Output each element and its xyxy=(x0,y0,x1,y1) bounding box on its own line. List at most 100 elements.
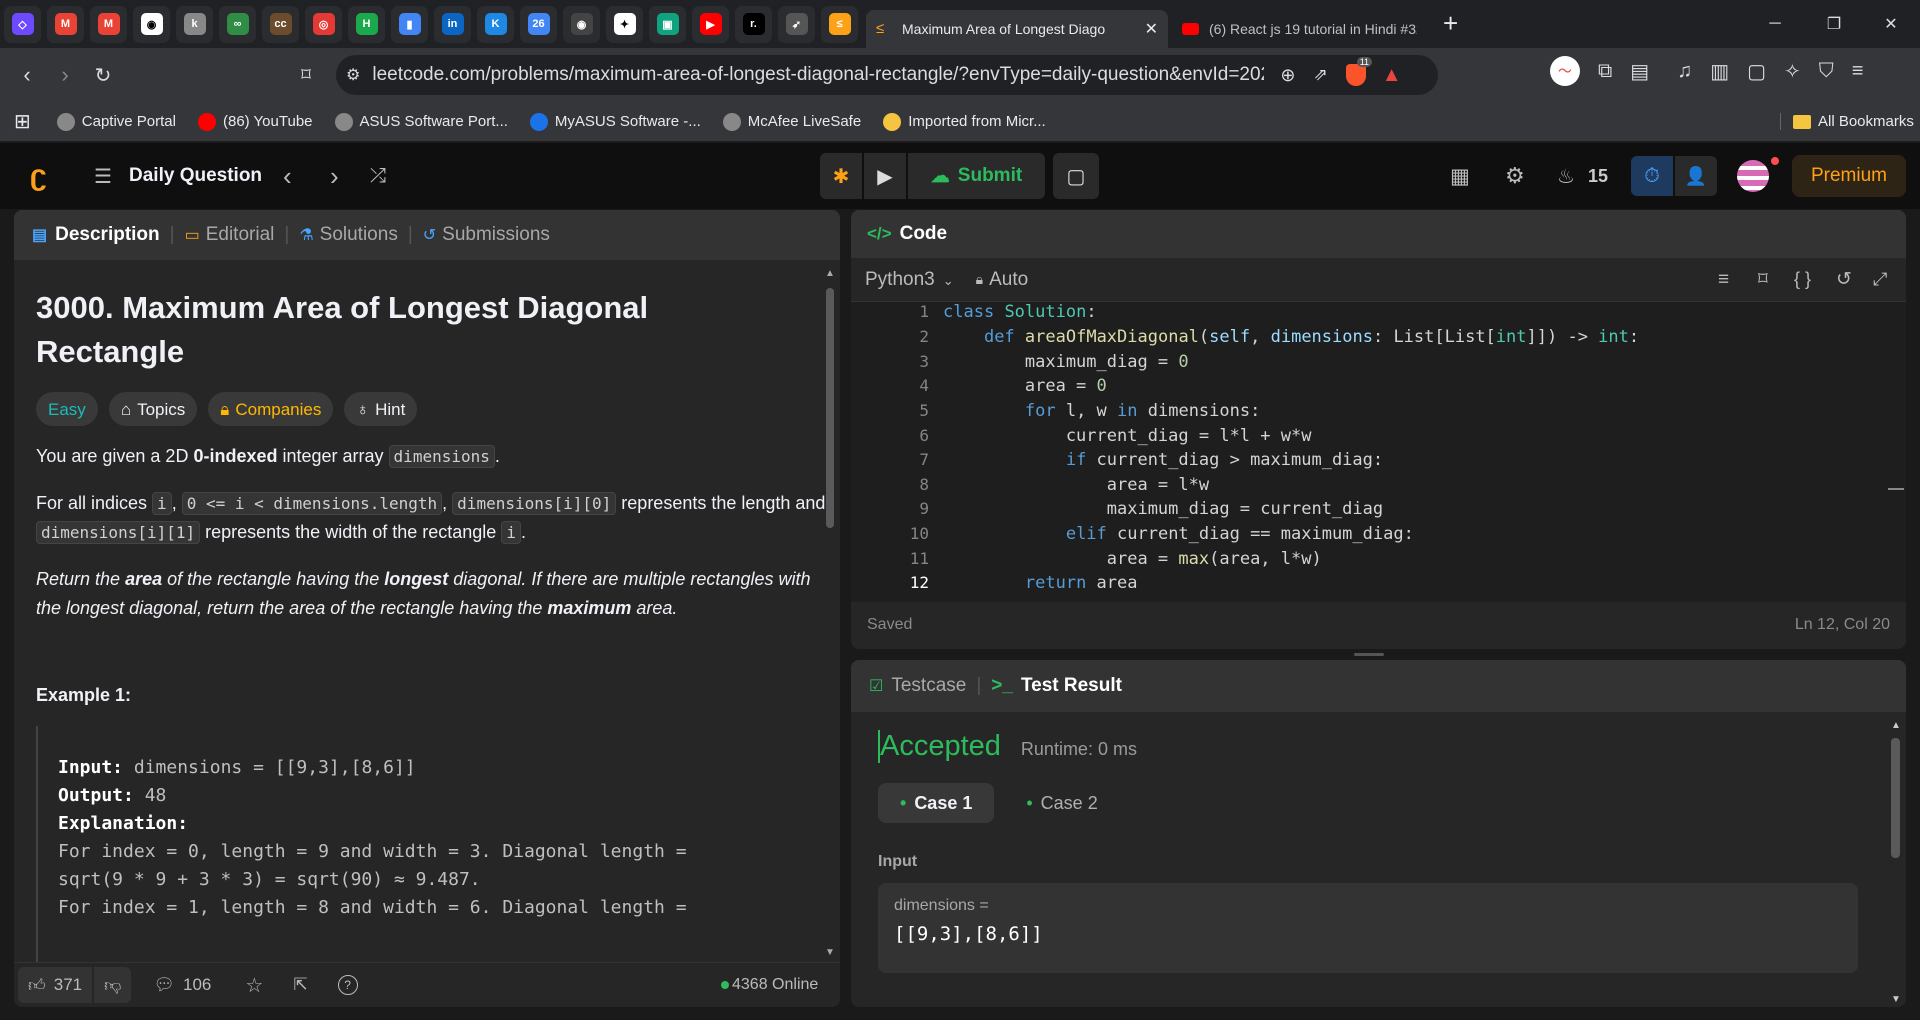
notes-button[interactable]: ▢ xyxy=(1053,153,1099,199)
new-tab-button[interactable]: + xyxy=(1443,8,1458,39)
scroll-thumb[interactable] xyxy=(826,288,834,528)
aria-icon[interactable]: 〜 xyxy=(1550,56,1580,86)
premium-button[interactable]: Premium xyxy=(1792,155,1906,197)
pinned-tab[interactable]: ◉ xyxy=(563,5,600,43)
format-icon[interactable]: ≡ xyxy=(1718,269,1729,291)
reset-icon[interactable]: ↺ xyxy=(1836,268,1852,291)
comments-count[interactable]: 106 xyxy=(183,975,211,995)
share-icon[interactable]: ⇗ xyxy=(1313,65,1327,85)
scroll-down-icon[interactable]: ▼ xyxy=(825,947,835,958)
pinned-tab[interactable]: H xyxy=(348,5,385,43)
pinned-tab[interactable]: ≤ xyxy=(821,5,858,43)
run-button[interactable]: ▶ xyxy=(864,153,906,199)
site-info-icon[interactable]: ⚙ xyxy=(346,65,360,85)
bookmark-item[interactable]: ASUS Software Port... xyxy=(334,112,508,131)
scroll-thumb[interactable] xyxy=(1891,738,1900,858)
pinned-tab[interactable]: ➶ xyxy=(778,5,815,43)
close-window-icon[interactable]: ✕ xyxy=(1862,0,1920,48)
forward-icon[interactable]: › xyxy=(46,56,84,94)
vpn-icon[interactable]: ⛉ xyxy=(1819,60,1834,83)
debug-button[interactable]: ✱ xyxy=(820,153,862,199)
pinned-tab[interactable]: K xyxy=(477,5,514,43)
companies-chip[interactable]: 🔒︎ Companies xyxy=(208,392,334,426)
leo-ai-icon[interactable]: ✧ xyxy=(1784,59,1801,84)
brave-rewards-icon[interactable]: ▲ xyxy=(1382,64,1402,87)
bookmark-item[interactable]: Captive Portal xyxy=(56,112,176,131)
braces-icon[interactable]: { } xyxy=(1794,269,1811,290)
invite-user-button[interactable]: 👤 xyxy=(1675,156,1717,196)
dislike-button[interactable]: 👎︎ xyxy=(94,967,132,1003)
restore-icon[interactable]: ❐ xyxy=(1805,0,1863,48)
pinned-tab[interactable]: ▮ xyxy=(391,5,428,43)
pinned-tab[interactable]: ✦ xyxy=(606,5,643,43)
pinned-tab[interactable]: cc xyxy=(262,5,299,43)
tab-solutions[interactable]: ⚗ Solutions xyxy=(299,224,398,246)
pinned-tab[interactable]: 26 xyxy=(520,5,557,43)
difficulty-badge[interactable]: Easy xyxy=(36,392,98,426)
case-1-tab[interactable]: • Case 1 xyxy=(878,783,995,823)
bookmark-item[interactable]: MyASUS Software -... xyxy=(529,112,701,131)
pinned-tab[interactable]: r. xyxy=(735,5,772,43)
submit-button[interactable]: ☁ Submit xyxy=(908,153,1045,199)
tab-editorial[interactable]: ▭ Editorial xyxy=(185,224,275,246)
pinned-tab[interactable]: ▣ xyxy=(649,5,686,43)
settings-icon[interactable]: ⚙ xyxy=(1505,163,1525,189)
case-2-tab[interactable]: • Case 2 xyxy=(1004,783,1119,823)
pinned-tab[interactable]: ◉ xyxy=(133,5,170,43)
share-link-icon[interactable]: ⇱ xyxy=(293,975,307,995)
extensions-icon[interactable]: ⧉ xyxy=(1598,60,1612,83)
like-button[interactable]: 👍︎ 371 xyxy=(18,967,93,1003)
wallet-icon[interactable]: ▢ xyxy=(1747,59,1766,84)
layout-icon[interactable]: ▦ xyxy=(1450,164,1470,189)
pinned-tab[interactable]: ◎ xyxy=(305,5,342,43)
timer-button[interactable]: ⏱ xyxy=(1631,156,1673,196)
topics-chip[interactable]: ⌂ Topics xyxy=(108,392,198,426)
tab-leetcode[interactable]: ≤ Maximum Area of Longest Diago ✕ xyxy=(866,10,1168,48)
bookmark-item[interactable]: Imported from Micr... xyxy=(883,112,1046,131)
pinned-tab[interactable]: ◇ xyxy=(4,5,41,43)
pinned-tab[interactable]: in xyxy=(434,5,471,43)
tab-description[interactable]: ▤ Description xyxy=(32,224,160,246)
hint-chip[interactable]: ♁ Hint xyxy=(344,392,418,426)
apps-icon[interactable]: ⊞ xyxy=(14,109,31,134)
daily-question-title[interactable]: Daily Question xyxy=(129,165,262,187)
reload-icon[interactable]: ↻ xyxy=(84,56,122,94)
leetcode-logo-icon[interactable]: ʗ xyxy=(30,159,47,193)
code-editor[interactable]: 1 2 3 4 5 6 7 8 9 10 11 12 class Solution: def area… xyxy=(851,302,1906,602)
tab-submissions[interactable]: ↺ Submissions xyxy=(423,224,550,246)
description-scrollbar[interactable]: ▲ ▼ xyxy=(825,268,835,958)
prev-problem-icon[interactable]: ‹ xyxy=(283,161,292,192)
pinned-tab[interactable]: ▶ xyxy=(692,5,729,43)
bookmark-item[interactable]: (86) YouTube xyxy=(197,112,313,131)
omnibox[interactable]: ⚙ leetcode.com/problems/maximum-area-of-… xyxy=(336,55,1438,95)
pinned-tab[interactable]: k xyxy=(176,5,213,43)
tab-test-result[interactable]: >_ Test Result xyxy=(991,675,1122,697)
favorite-star-icon[interactable]: ☆ xyxy=(245,973,263,998)
sidebar-icon[interactable]: ▥ xyxy=(1710,59,1729,84)
brave-shield-icon[interactable]: 11 xyxy=(1345,57,1373,86)
help-icon[interactable]: ? xyxy=(337,975,358,995)
menu-icon[interactable]: ≡ xyxy=(1852,60,1864,83)
pinned-tab[interactable]: M xyxy=(47,5,84,43)
close-tab-icon[interactable]: ✕ xyxy=(1145,19,1158,39)
pinned-tab[interactable]: M xyxy=(90,5,127,43)
fullscreen-icon[interactable]: ⤢ xyxy=(1873,269,1887,290)
all-bookmarks[interactable]: All Bookmarks xyxy=(1780,113,1914,130)
scroll-up-icon[interactable]: ▲ xyxy=(825,268,835,279)
tab-testcase[interactable]: ☑ Testcase xyxy=(869,675,966,697)
back-icon[interactable]: ‹ xyxy=(8,56,46,94)
bookmark-item[interactable]: McAfee LiveSafe xyxy=(722,112,861,131)
panel-resize-handle[interactable] xyxy=(1354,653,1384,656)
result-scrollbar[interactable]: ▲ ▼ xyxy=(1891,720,1901,1005)
pinned-tab[interactable]: ∞ xyxy=(219,5,256,43)
shuffle-icon[interactable]: ⤮ xyxy=(370,165,386,188)
next-problem-icon[interactable]: › xyxy=(330,161,339,192)
scroll-down-icon[interactable]: ▼ xyxy=(1891,994,1901,1005)
language-select[interactable]: Python3 ⌄ xyxy=(865,269,954,291)
scroll-up-icon[interactable]: ▲ xyxy=(1891,720,1901,731)
streak-fire-icon[interactable]: ♨ xyxy=(1557,164,1575,189)
zoom-icon[interactable]: ⊕ xyxy=(1280,65,1295,86)
media-icon[interactable]: ♫ xyxy=(1677,60,1692,83)
comment-icon[interactable]: 💬︎ xyxy=(153,975,175,995)
problem-list-icon[interactable]: ☰ xyxy=(94,164,112,189)
